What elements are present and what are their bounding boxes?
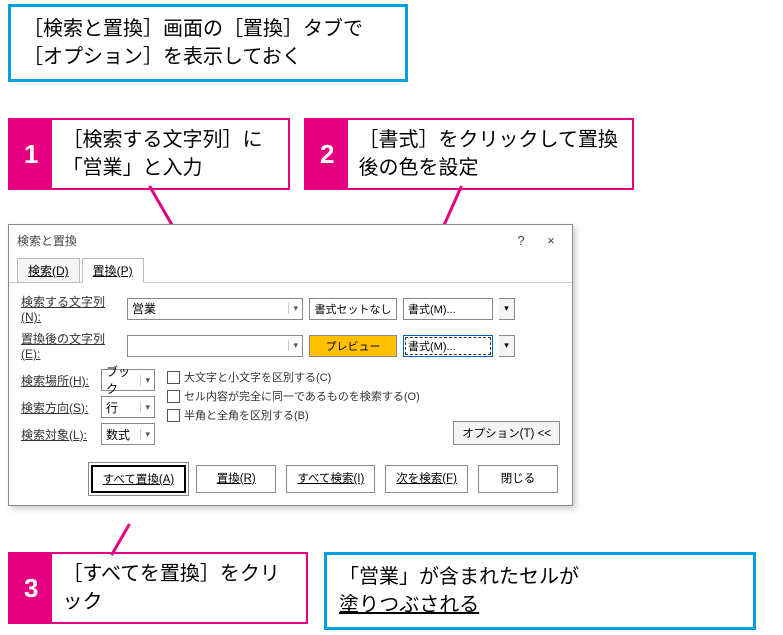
direction-select[interactable]: 行 ▾ (101, 396, 155, 418)
direction-label: 検索方向(S): (21, 399, 95, 416)
step-3-callout: 3 ［すべてを置換］をクリック (8, 552, 308, 624)
tab-find-label: 検索(D) (28, 264, 69, 278)
match-entire-row[interactable]: セル内容が完全に同一であるものを検索する(O) (167, 388, 420, 404)
dialog-footer: すべて置換(A) 置換(R) すべて検索(I) 次を検索(F) 閉じる (9, 455, 572, 505)
replace-label: 置換後の文字列(E): (21, 330, 121, 361)
options-toggle-button[interactable]: オプション(T) << (453, 421, 560, 445)
chevron-down-icon[interactable]: ▾ (288, 340, 298, 351)
chevron-down-icon[interactable]: ▾ (140, 429, 150, 440)
checkbox-icon[interactable] (167, 371, 180, 384)
replace-input[interactable]: ▾ (127, 335, 303, 357)
result-line2: 塗りつぶされる (339, 594, 479, 616)
format-button-label: 書式(M)... (408, 301, 456, 317)
within-label: 検索場所(H): (21, 372, 95, 389)
dialog-title: 検索と置換 (17, 232, 506, 249)
replace-format-button[interactable]: 書式(M)... (403, 335, 493, 357)
lookin-label: 検索対象(L): (21, 426, 95, 443)
close-button[interactable]: × (536, 233, 566, 248)
search-scope-column: 検索場所(H): ブック ▾ 検索方向(S): 行 ▾ 検索対象(L): (21, 369, 155, 445)
match-width-label: 半角と全角を区別する(B) (184, 407, 309, 423)
step-text: ［すべてを置換］をクリック (52, 554, 306, 622)
step-number: 1 (10, 120, 52, 188)
match-case-label: 大文字と小文字を区別する(C) (184, 369, 331, 385)
find-all-button[interactable]: すべて検索(I) (286, 465, 375, 493)
step-number: 3 (10, 554, 52, 622)
titlebar: 検索と置換 ? × (9, 225, 572, 251)
help-button[interactable]: ? (506, 233, 536, 248)
chevron-down-icon[interactable]: ▾ (140, 402, 150, 413)
step-text: ［検索する文字列］に「営業」と入力 (52, 120, 288, 188)
direction-value: 行 (106, 399, 118, 416)
match-width-row[interactable]: 半角と全角を区別する(B) (167, 407, 420, 423)
replace-all-button[interactable]: すべて置換(A) (91, 465, 187, 493)
format-dropdown-icon[interactable]: ▾ (499, 298, 515, 320)
format-button-label: 書式(M)... (408, 338, 456, 354)
tab-strip: 検索(D) 置換(P) (9, 251, 572, 283)
result-line1: 「営業」が含まれたセルが (339, 566, 579, 588)
within-value: ブック (106, 363, 140, 397)
dialog-body: 検索する文字列(N): 営業 ▾ 書式セットなし 書式(M)... ▾ 置換後の… (9, 283, 572, 455)
checkbox-icon[interactable] (167, 390, 180, 403)
within-select[interactable]: ブック ▾ (101, 369, 155, 391)
match-entire-label: セル内容が完全に同一であるものを検索する(O) (184, 388, 420, 404)
find-row: 検索する文字列(N): 営業 ▾ 書式セットなし 書式(M)... ▾ (21, 293, 560, 324)
find-format-button[interactable]: 書式(M)... (403, 298, 493, 320)
replace-row: 置換後の文字列(E): ▾ プレビュー 書式(M)... ▾ (21, 330, 560, 361)
tab-find[interactable]: 検索(D) (17, 258, 80, 283)
replace-format-preview: プレビュー (309, 335, 397, 357)
replace-button[interactable]: 置換(R) (196, 465, 276, 493)
step-text: ［書式］をクリックして置換後の色を設定 (348, 120, 632, 188)
lookin-value: 数式 (106, 426, 130, 443)
find-format-status: 書式セットなし (309, 298, 397, 320)
result-callout: 「営業」が含まれたセルが 塗りつぶされる (324, 552, 756, 630)
chevron-down-icon[interactable]: ▾ (288, 303, 298, 314)
match-case-row[interactable]: 大文字と小文字を区別する(C) (167, 369, 420, 385)
intro-callout: ［検索と置換］画面の［置換］タブで［オプション］を表示しておく (8, 4, 408, 82)
options-area: 検索場所(H): ブック ▾ 検索方向(S): 行 ▾ 検索対象(L): (21, 369, 560, 445)
find-next-button[interactable]: 次を検索(F) (385, 465, 468, 493)
find-input[interactable]: 営業 ▾ (127, 298, 303, 320)
step-number: 2 (306, 120, 348, 188)
format-dropdown-icon[interactable]: ▾ (499, 335, 515, 357)
checkbox-column: 大文字と小文字を区別する(C) セル内容が完全に同一であるものを検索する(O) … (167, 369, 420, 445)
lookin-select[interactable]: 数式 ▾ (101, 423, 155, 445)
tab-replace[interactable]: 置換(P) (82, 258, 144, 283)
step-1-callout: 1 ［検索する文字列］に「営業」と入力 (8, 118, 290, 190)
checkbox-icon[interactable] (167, 409, 180, 422)
find-replace-dialog: 検索と置換 ? × 検索(D) 置換(P) 検索する文字列(N): 営業 ▾ 書… (8, 224, 573, 506)
find-value: 営業 (132, 300, 156, 317)
step-2-callout: 2 ［書式］をクリックして置換後の色を設定 (304, 118, 634, 190)
chevron-down-icon[interactable]: ▾ (140, 375, 150, 386)
tab-replace-label: 置換(P) (93, 264, 133, 278)
find-label: 検索する文字列(N): (21, 293, 121, 324)
close-dialog-button[interactable]: 閉じる (478, 465, 558, 493)
